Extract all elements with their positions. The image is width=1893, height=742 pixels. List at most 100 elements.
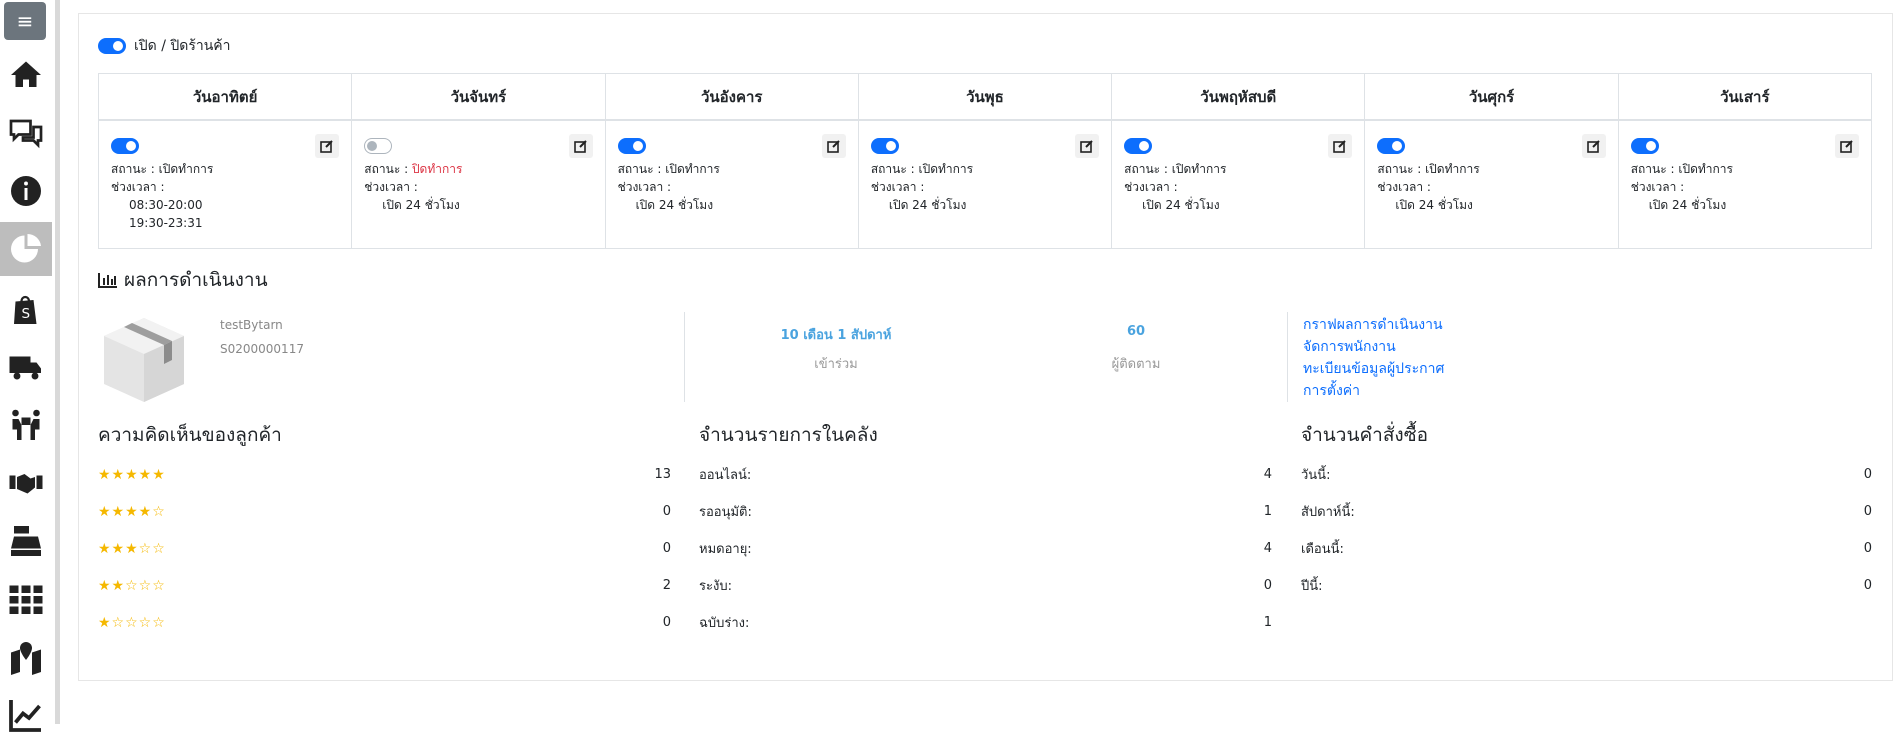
- chat-icon[interactable]: [0, 106, 52, 160]
- day-column: วันจันทร์ สถานะ : ปิดทำการ ช่วงเวลา : เป…: [352, 74, 606, 248]
- time-slot: เปิด 24 ชั่วโมง: [888, 198, 967, 212]
- status-label: สถานะ :: [870, 162, 919, 176]
- day-status: เปิดทำการ: [158, 162, 214, 176]
- truck-icon[interactable]: [0, 340, 52, 394]
- joined-label: เข้าร่วม: [814, 357, 858, 372]
- star-rating: ★★★★☆: [98, 503, 166, 520]
- inventory-section: จำนวนรายการในคลัง ออนไลน์: 4 รออนุมัติ: 1 หม…: [699, 420, 1272, 641]
- day-open-switch[interactable]: [111, 137, 139, 154]
- day-status: เปิดทำการ: [665, 162, 720, 176]
- day-open-switch[interactable]: [617, 137, 646, 154]
- orders-title: จำนวนคำสั่งซื้อ: [1301, 424, 1429, 446]
- reviews-title: ความคิดเห็นของลูกค้า: [98, 424, 282, 446]
- stat-label: วันนี้:: [1301, 468, 1331, 483]
- day-column: วันอาทิตย์ สถานะ : เปิดทำการ ช่วงเวลา : …: [99, 74, 353, 248]
- day-status: เปิดทำการ: [918, 162, 974, 176]
- time-label: ช่วงเวลา :: [617, 180, 672, 194]
- shop-open-switch[interactable]: [98, 38, 126, 54]
- stat-row: หมดอายุ: 4: [699, 530, 1272, 567]
- hamburger-icon: ≡: [16, 9, 34, 33]
- stat-label: เดือนนี้:: [1301, 542, 1344, 557]
- home-icon[interactable]: [0, 48, 52, 102]
- menu-toggle-button[interactable]: ≡: [4, 2, 46, 40]
- people-carry-icon[interactable]: [0, 398, 52, 452]
- handshake-icon[interactable]: [0, 456, 52, 510]
- link-advertiser-registry[interactable]: ทะเบียนข้อมูลผู้ประกาศ: [1303, 358, 1444, 380]
- status-label: สถานะ :: [1124, 162, 1172, 176]
- stat-label: ฉบับร่าง:: [699, 616, 750, 631]
- day-name: วันอาทิตย์: [99, 74, 352, 121]
- grid-icon[interactable]: [0, 572, 52, 626]
- bar-chart-icon: [98, 273, 117, 288]
- day-name: วันเสาร์: [1618, 74, 1871, 121]
- day-column: วันเสาร์ สถานะ : เปิดทำการ ช่วงเวลา : เป…: [1618, 74, 1871, 248]
- status-label: สถานะ :: [111, 162, 159, 176]
- stat-count: 2: [662, 578, 671, 593]
- stat-row: สัปดาห์นี้: 0: [1301, 493, 1872, 530]
- stat-label: ปีนี้:: [1301, 579, 1323, 594]
- cash-register-icon[interactable]: [0, 514, 52, 568]
- stat-row: ฉบับร่าง: 1: [699, 604, 1272, 641]
- time-label: ช่วงเวลา :: [870, 180, 925, 194]
- map-marker-icon[interactable]: [0, 630, 52, 684]
- time-label: ช่วงเวลา :: [111, 180, 165, 194]
- day-status: เปิดทำการ: [1425, 162, 1480, 176]
- stat-row: วันนี้: 0: [1301, 456, 1872, 493]
- day-name: วันอังคาร: [605, 74, 858, 121]
- day-column: วันพุธ สถานะ : เปิดทำการ ช่วงเวลา : เปิด…: [858, 74, 1113, 248]
- day-open-switch[interactable]: [364, 137, 393, 154]
- day-open-switch[interactable]: [870, 137, 899, 154]
- stat-count: 0: [1863, 578, 1872, 593]
- shop-open-toggle[interactable]: เปิด / ปิดร้านค้า: [98, 35, 231, 57]
- stat-row: เดือนนี้: 0: [1301, 530, 1872, 567]
- info-icon[interactable]: [0, 164, 52, 218]
- stat-row: ★★☆☆☆ 2: [98, 567, 671, 604]
- stat-count: 13: [654, 467, 671, 482]
- orders-section: จำนวนคำสั่งซื้อ วันนี้: 0 สัปดาห์นี้: 0 เดือ…: [1301, 420, 1872, 604]
- divider: [1287, 312, 1288, 402]
- line-chart-icon[interactable]: [0, 688, 52, 742]
- shop-open-label: เปิด / ปิดร้านค้า: [134, 38, 231, 54]
- shop-box-icon: [104, 318, 184, 402]
- day-status: เปิดทำการ: [1171, 162, 1227, 176]
- pie-chart-icon[interactable]: [0, 222, 52, 276]
- link-performance-graph[interactable]: กราฟผลการดำเนินงาน: [1303, 314, 1444, 336]
- link-manage-staff[interactable]: จัดการพนักงาน: [1303, 336, 1444, 358]
- stat-count: 4: [1263, 467, 1272, 482]
- joined-value: 10 เดือน 1 สัปดาห์: [780, 328, 892, 343]
- status-label: สถานะ :: [617, 162, 666, 176]
- time-label: ช่วงเวลา :: [1124, 180, 1178, 194]
- stat-count: 0: [662, 504, 671, 519]
- stat-label: สัปดาห์นี้:: [1301, 505, 1355, 520]
- day-open-switch[interactable]: [1124, 137, 1153, 154]
- stat-label: หมดอายุ:: [699, 542, 752, 557]
- followers-value: 60: [1126, 324, 1146, 339]
- day-name: วันศุกร์: [1365, 74, 1618, 121]
- stat-label: ออนไลน์:: [699, 468, 752, 483]
- star-rating: ★★☆☆☆: [98, 577, 166, 594]
- reviews-section: ความคิดเห็นของลูกค้า ★★★★★ 13 ★★★★☆ 0 ★★★☆☆ 0…: [98, 420, 671, 641]
- performance-links: กราฟผลการดำเนินงาน จัดการพนักงาน ทะเบียน…: [1303, 314, 1444, 402]
- stat-count: 0: [1263, 578, 1272, 593]
- status-label: สถานะ :: [1630, 162, 1679, 176]
- inventory-title: จำนวนรายการในคลัง: [699, 424, 878, 446]
- performance-title-text: ผลการดำเนินงาน: [124, 269, 268, 291]
- link-settings[interactable]: การตั้งค่า: [1303, 380, 1444, 402]
- performance-title: ผลการดำเนินงาน: [98, 265, 268, 295]
- time-slot: เปิด 24 ชั่วโมง: [1395, 198, 1473, 212]
- stat-count: 0: [662, 541, 671, 556]
- status-label: สถานะ :: [1377, 162, 1426, 176]
- star-rating: ★★★☆☆: [98, 540, 166, 557]
- time-label: ช่วงเวลา :: [1377, 180, 1431, 194]
- stat-count: 4: [1263, 541, 1272, 556]
- shopify-bag-icon[interactable]: S: [0, 282, 52, 336]
- time-label: ช่วงเวลา :: [1630, 180, 1685, 194]
- star-rating: ★★★★★: [98, 466, 166, 483]
- day-open-switch[interactable]: [1377, 137, 1406, 154]
- time-slot: เปิด 24 ชั่วโมง: [1142, 198, 1220, 212]
- stat-row: รออนุมัติ: 1: [699, 493, 1272, 530]
- day-open-switch[interactable]: [1630, 137, 1659, 154]
- day-name: วันพฤหัสบดี: [1112, 74, 1365, 121]
- svg-text:S: S: [22, 306, 31, 322]
- stat-label: ระงับ:: [699, 579, 732, 594]
